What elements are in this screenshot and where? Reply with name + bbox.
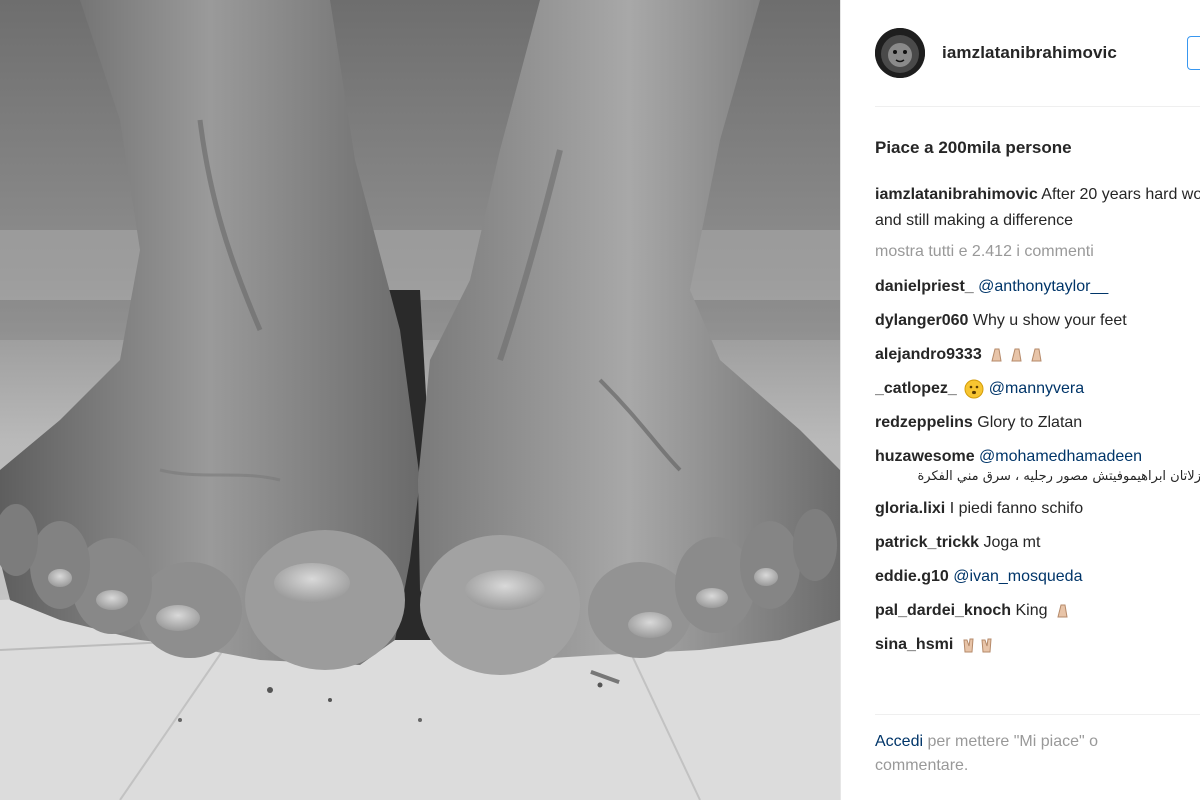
comment-item: patrick_trickk Joga mt — [875, 531, 1200, 554]
header-divider — [875, 106, 1200, 107]
show-all-comments-link[interactable]: mostra tutti e 2.412 i commenti — [875, 240, 1200, 264]
comment-mention[interactable]: @mohamedhamadeen — [979, 448, 1142, 465]
comment-item: eddie.g10 @ivan_mosqueda — [875, 565, 1200, 588]
follow-button[interactable] — [1187, 36, 1200, 70]
caption-username[interactable]: iamzlatanibrahimovic — [875, 186, 1038, 203]
avatar[interactable] — [875, 28, 925, 78]
comment-item: gloria.lixi I piedi fanno schifo — [875, 497, 1200, 520]
post-author-username[interactable]: iamzlatanibrahimovic — [942, 43, 1117, 63]
post-header: iamzlatanibrahimovic — [841, 0, 1200, 106]
post-side-panel: iamzlatanibrahimovic Piace a 200mila per… — [840, 0, 1200, 800]
comment-item: huzawesome @mohamedhamadeen زلاتان ابراه… — [875, 445, 1200, 486]
comment-text: Glory to Zlatan — [977, 414, 1083, 431]
likes-count: Piace a 200mila persone — [875, 138, 1072, 157]
smiley-icon — [964, 379, 984, 399]
comment-item: pal_dardei_knoch King — [875, 599, 1200, 622]
comment-username[interactable]: _catlopez_ — [875, 380, 957, 397]
comment-username[interactable]: eddie.g10 — [875, 568, 949, 585]
comment-arabic-text: زلاتان ابراهيموفيتش مصور رجليه ، سرق مني… — [917, 469, 1200, 484]
comment-username[interactable]: pal_dardei_knoch — [875, 602, 1011, 619]
comment-text: Why u show your feet — [972, 312, 1127, 329]
comment-item: sina_hsmi — [875, 633, 1200, 656]
victory-hand-icon — [963, 638, 992, 653]
comment-username[interactable]: gloria.lixi — [875, 500, 945, 517]
comments-list[interactable]: iamzlatanibrahimovic After 20 years hard… — [875, 182, 1200, 708]
lion-avatar-icon — [875, 28, 925, 78]
footer-divider — [875, 714, 1200, 715]
comment-item: danielpriest_ @anthonytaylor__ — [875, 275, 1200, 298]
clapping-hands-icon — [1057, 604, 1068, 618]
comment-username[interactable]: alejandro9333 — [875, 346, 982, 363]
comment-item: redzeppelins Glory to Zlatan — [875, 411, 1200, 434]
comment-username[interactable]: redzeppelins — [875, 414, 973, 431]
post-caption: iamzlatanibrahimovic After 20 years hard… — [875, 182, 1200, 234]
login-link[interactable]: Accedi — [875, 733, 923, 750]
post-photo[interactable] — [0, 0, 840, 800]
login-prompt: Accedi per mettere "Mi piace" o commenta… — [875, 730, 1175, 778]
comment-username[interactable]: sina_hsmi — [875, 636, 953, 653]
comment-username[interactable]: danielpriest_ — [875, 278, 974, 295]
comment-item: _catlopez_ @mannyvera — [875, 377, 1200, 400]
comment-item: alejandro9333 — [875, 343, 1200, 366]
comment-text: King — [1015, 602, 1048, 619]
comment-mention[interactable]: @anthonytaylor__ — [978, 278, 1108, 295]
comment-username[interactable]: dylanger060 — [875, 312, 968, 329]
comment-username[interactable]: patrick_trickk — [875, 534, 979, 551]
comment-username[interactable]: huzawesome — [875, 448, 975, 465]
comment-text: I piedi fanno schifo — [949, 500, 1084, 517]
comment-mention[interactable]: @ivan_mosqueda — [953, 568, 1082, 585]
clapping-hands-icon — [991, 348, 1042, 362]
comment-mention[interactable]: @mannyvera — [989, 380, 1084, 397]
comment-text: Joga mt — [983, 534, 1041, 551]
feet-photo-image — [0, 0, 840, 800]
comment-item: dylanger060 Why u show your feet — [875, 309, 1200, 332]
